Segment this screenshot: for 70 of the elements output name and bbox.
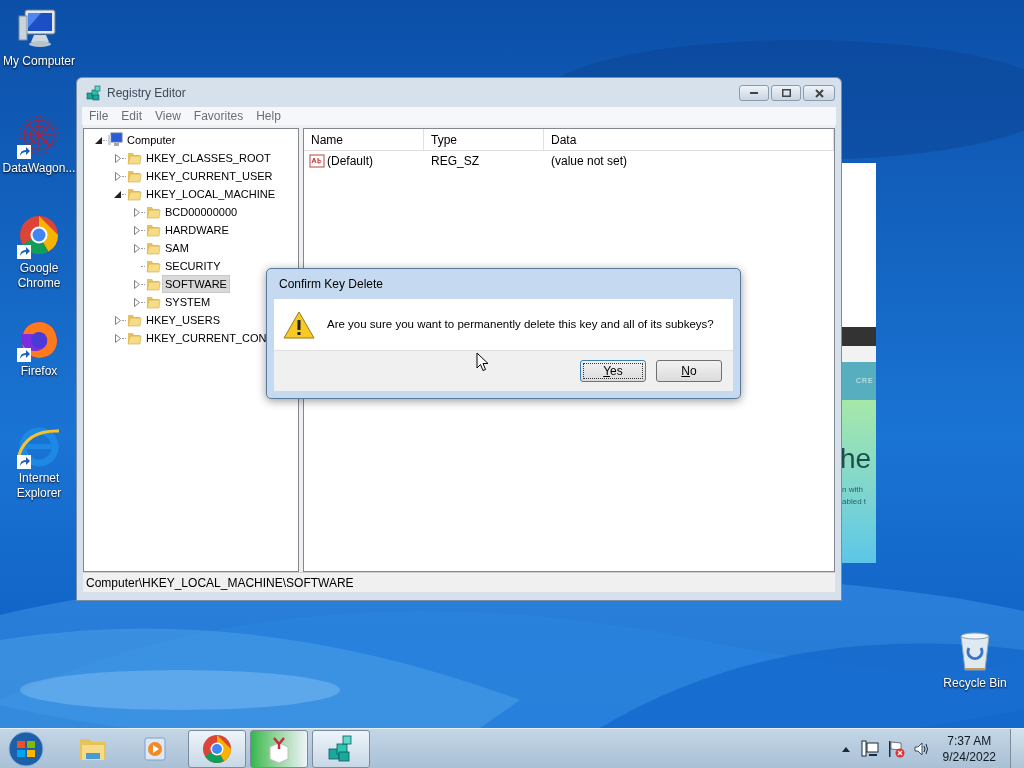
- folder-icon: [126, 330, 142, 346]
- close-icon: [814, 88, 824, 98]
- menu-strip: [842, 346, 876, 362]
- dialog-button[interactable]: Yes: [580, 360, 646, 382]
- tree-item[interactable]: HKEY_CURRENT_CON: [143, 329, 270, 347]
- folder-icon: [145, 204, 161, 220]
- internet-explorer-icon: [17, 425, 61, 469]
- tree-item[interactable]: Computer: [124, 131, 179, 149]
- folder-icon: [126, 186, 142, 202]
- table-cell-text: (value not set): [550, 153, 629, 170]
- hero-heading: he: [842, 444, 873, 474]
- dialog-button[interactable]: No: [656, 360, 722, 382]
- chrome-icon: [201, 732, 233, 765]
- menu-item[interactable]: Edit: [121, 107, 143, 125]
- menu-item[interactable]: File: [89, 107, 109, 125]
- start-orb-icon: [6, 729, 46, 768]
- dialog-title: Confirm Key Delete: [278, 276, 385, 293]
- tree-item[interactable]: SOFTWARE: [162, 275, 230, 293]
- tree-item[interactable]: HKEY_CLASSES_ROOT: [143, 149, 274, 167]
- column-header[interactable]: Name: [304, 129, 424, 151]
- column-header[interactable]: Data: [544, 129, 834, 151]
- desktop-shortcut[interactable]: Recycle Bin: [936, 630, 1014, 691]
- nav-bar: [842, 327, 876, 346]
- registry-cubes-icon: [86, 84, 102, 101]
- hero-text: n with: [842, 484, 864, 496]
- column-header[interactable]: Type: [424, 129, 544, 151]
- show-desktop-button[interactable]: [1010, 729, 1024, 768]
- computer-icon: [107, 132, 123, 148]
- folder-icon: [145, 222, 161, 238]
- desktop-shortcut[interactable]: Firefox: [0, 318, 78, 379]
- minimize-icon: [750, 92, 758, 94]
- desktop-shortcut[interactable]: Internet Explorer: [0, 425, 78, 501]
- menu-item[interactable]: Favorites: [193, 107, 244, 125]
- taskbar-button[interactable]: [312, 729, 370, 768]
- minimize-button[interactable]: [739, 85, 769, 101]
- folder-icon: [145, 276, 161, 292]
- tree-item[interactable]: SECURITY: [162, 257, 224, 275]
- folder-icon: [126, 168, 142, 184]
- taskbar-button[interactable]: [188, 729, 246, 768]
- flag-icon: [886, 739, 905, 758]
- network-icon: [860, 739, 879, 758]
- window-title: Registry Editor: [107, 84, 186, 102]
- folder-icon: [145, 240, 161, 256]
- folder-icon: [145, 294, 161, 310]
- hero-text: abled t: [842, 496, 868, 508]
- menu-item[interactable]: Help: [256, 107, 281, 125]
- close-button[interactable]: [803, 85, 835, 101]
- tree-item[interactable]: HARDWARE: [162, 221, 232, 239]
- clock[interactable]: 7:37 AM 9/24/2022: [942, 732, 996, 765]
- taskbar-button[interactable]: [250, 729, 308, 768]
- dialog-message: Are you sure you want to permanently delete this key and all of its subkeys?: [327, 316, 714, 332]
- tree-item[interactable]: BCD00000000: [162, 203, 241, 221]
- tree-item[interactable]: HKEY_CURRENT_USER: [143, 167, 276, 185]
- warning-icon: [283, 309, 315, 340]
- table-cell-text: REG_SZ: [430, 153, 480, 170]
- folder-icon: [126, 150, 142, 166]
- tree-item[interactable]: HKEY_USERS: [143, 311, 223, 329]
- folder-icon: [145, 258, 161, 274]
- desktop-shortcut[interactable]: My Computer: [0, 8, 78, 69]
- tree-item[interactable]: SAM: [162, 239, 192, 257]
- tree-item[interactable]: SYSTEM: [162, 293, 214, 311]
- folder-icon: [126, 312, 142, 328]
- maximize-icon: [781, 89, 791, 97]
- desktop-shortcut[interactable]: DataWagon...: [0, 115, 78, 176]
- string-value-icon: [309, 154, 325, 168]
- maximize-button[interactable]: [771, 85, 801, 101]
- tree-item[interactable]: HKEY_LOCAL_MACHINE: [143, 185, 278, 203]
- menu-item[interactable]: View: [155, 107, 181, 125]
- status-bar-text: Computer\HKEY_LOCAL_MACHINE\SOFTWARE: [86, 574, 354, 592]
- table-cell-text: (Default): [327, 153, 373, 170]
